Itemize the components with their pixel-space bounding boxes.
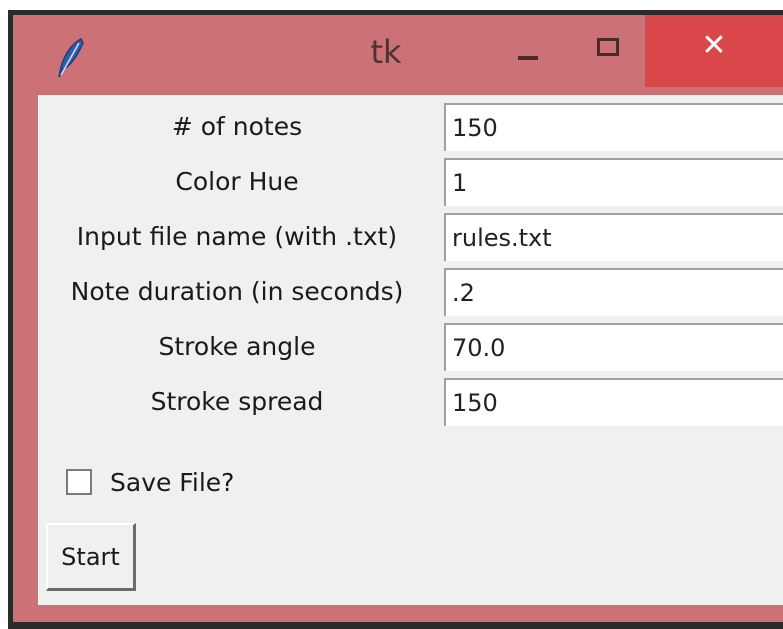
field-row-note-duration: Note duration (in seconds) xyxy=(38,268,783,316)
stroke-spread-input[interactable] xyxy=(444,378,783,426)
input-file-input[interactable] xyxy=(444,213,783,261)
notes-label: # of notes xyxy=(171,112,303,141)
field-row-color-hue: Color Hue xyxy=(38,158,783,206)
title-bar[interactable]: tk ✕ xyxy=(13,15,783,95)
stroke-angle-label: Stroke angle xyxy=(158,332,316,361)
notes-input[interactable] xyxy=(444,103,783,151)
input-file-label: Input file name (with .txt) xyxy=(76,222,398,251)
form-panel: # of notes Color Hue Input file name (wi… xyxy=(38,95,783,605)
close-icon: ✕ xyxy=(701,28,727,63)
maximize-icon xyxy=(597,38,619,56)
save-file-label: Save File? xyxy=(110,467,235,497)
save-file-checkbox[interactable] xyxy=(66,469,92,495)
close-button[interactable]: ✕ xyxy=(645,15,783,87)
note-duration-label: Note duration (in seconds) xyxy=(70,277,404,306)
note-duration-input[interactable] xyxy=(444,268,783,316)
field-row-stroke-spread: Stroke spread xyxy=(38,378,783,426)
color-hue-input[interactable] xyxy=(444,158,783,206)
maximize-button[interactable] xyxy=(573,15,643,87)
color-hue-label: Color Hue xyxy=(175,167,299,196)
save-file-option[interactable]: Save File? xyxy=(66,460,234,504)
start-button[interactable]: Start xyxy=(46,523,136,591)
stroke-angle-input[interactable] xyxy=(444,323,783,371)
field-row-stroke-angle: Stroke angle xyxy=(38,323,783,371)
minimize-button[interactable] xyxy=(493,15,563,87)
field-row-input-file: Input file name (with .txt) xyxy=(38,213,783,261)
minimize-icon xyxy=(518,56,538,60)
field-row-notes: # of notes xyxy=(38,103,783,151)
stroke-spread-label: Stroke spread xyxy=(150,387,324,416)
app-window: tk ✕ # of notes Color Hue Input file nam… xyxy=(13,15,783,622)
